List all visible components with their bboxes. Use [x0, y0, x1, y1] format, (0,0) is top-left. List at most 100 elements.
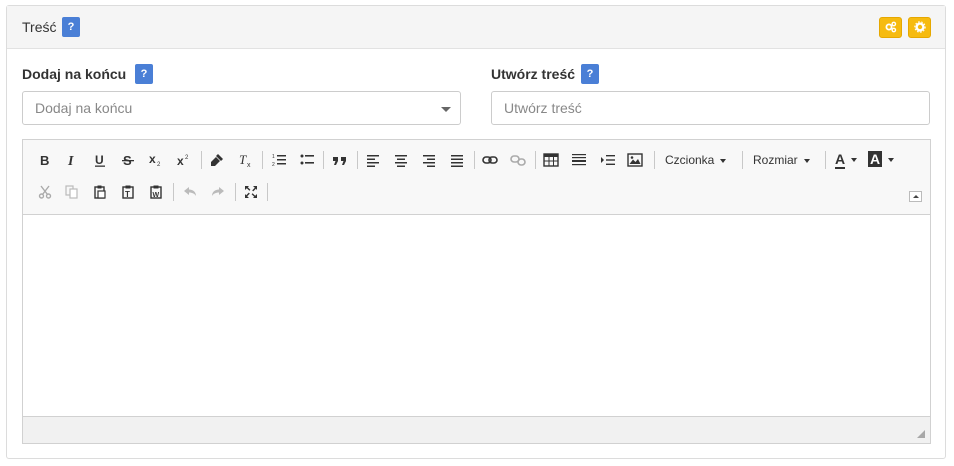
- image-button[interactable]: [624, 150, 646, 170]
- copy-formatting-button[interactable]: [206, 150, 228, 170]
- link-icon: [482, 156, 498, 164]
- bulleted-list-icon: [300, 154, 314, 165]
- image-icon: [627, 153, 643, 167]
- svg-text:2: 2: [185, 155, 189, 161]
- rich-text-editor: B I U S x2 x2 Tx: [22, 139, 931, 444]
- horizontal-line-button[interactable]: [568, 150, 590, 170]
- align-right-icon: [423, 155, 435, 167]
- copy-icon: [65, 185, 78, 199]
- chevron-down-icon: [720, 158, 727, 163]
- font-size-label: Rozmiar: [753, 153, 798, 167]
- append-select[interactable]: Dodaj na końcu: [22, 91, 461, 125]
- link-button[interactable]: [479, 150, 501, 170]
- strikethrough-icon: S: [122, 153, 134, 167]
- strikethrough-button[interactable]: S: [117, 150, 139, 170]
- svg-text:T: T: [125, 190, 130, 199]
- bold-icon: B: [40, 153, 49, 167]
- background-color-icon: A: [868, 151, 883, 167]
- toolbar-separator: [267, 183, 268, 201]
- paste-text-button[interactable]: T: [117, 182, 139, 202]
- font-size-dropdown[interactable]: Rozmiar: [753, 153, 810, 167]
- toolbar-separator: [357, 151, 358, 169]
- table-icon: [543, 153, 559, 167]
- cut-icon: [38, 185, 52, 199]
- svg-text:B: B: [40, 153, 49, 167]
- create-input[interactable]: [491, 91, 930, 125]
- toolbar-separator: [323, 151, 324, 169]
- align-center-icon: [395, 155, 407, 167]
- subscript-icon: x2: [149, 153, 161, 167]
- text-color-icon: A: [835, 151, 846, 169]
- remove-format-button[interactable]: Tx: [235, 150, 257, 170]
- toolbar-separator: [654, 151, 655, 169]
- svg-text:I: I: [67, 154, 74, 167]
- page-break-button[interactable]: [597, 150, 619, 170]
- copy-button[interactable]: [61, 182, 83, 202]
- blockquote-button[interactable]: [329, 150, 351, 170]
- svg-text:2: 2: [157, 162, 161, 167]
- paste-text-icon: T: [122, 185, 134, 199]
- append-select-placeholder: Dodaj na końcu: [35, 100, 133, 116]
- settings-button[interactable]: [908, 17, 931, 38]
- create-label: Utwórz treść: [491, 66, 576, 82]
- align-center-button[interactable]: [390, 150, 412, 170]
- content-panel: Treść ? Dodaj na końcu ? Utwórz treść ? …: [6, 5, 946, 459]
- gears-button[interactable]: [879, 17, 902, 38]
- italic-icon: I: [67, 154, 74, 167]
- numbered-list-button[interactable]: 12: [268, 150, 290, 170]
- paste-word-icon: W: [150, 185, 162, 199]
- bulleted-list-button[interactable]: [296, 150, 318, 170]
- redo-button[interactable]: [207, 182, 229, 202]
- toolbar-separator: [262, 151, 263, 169]
- page-break-icon: [601, 155, 615, 165]
- title-help-icon[interactable]: ?: [62, 17, 80, 37]
- background-color-button[interactable]: A: [868, 151, 895, 167]
- align-left-icon: [367, 155, 379, 167]
- toolbar-separator: [235, 183, 236, 201]
- horizontal-line-icon: [572, 154, 586, 166]
- paste-word-button[interactable]: W: [145, 182, 167, 202]
- cut-button[interactable]: [34, 182, 56, 202]
- redo-icon: [212, 187, 224, 196]
- svg-text:U: U: [95, 153, 104, 167]
- align-right-button[interactable]: [418, 150, 440, 170]
- align-left-button[interactable]: [362, 150, 384, 170]
- collapse-toolbar-button[interactable]: [909, 191, 922, 202]
- superscript-button[interactable]: x2: [173, 150, 195, 170]
- text-color-button[interactable]: A: [835, 151, 858, 169]
- unlink-button[interactable]: [507, 150, 529, 170]
- underline-button[interactable]: U: [89, 150, 111, 170]
- resize-handle-icon[interactable]: [917, 430, 925, 438]
- paste-button[interactable]: [89, 182, 111, 202]
- font-family-dropdown[interactable]: Czcionka: [665, 153, 727, 167]
- maximize-icon: [245, 186, 257, 198]
- chevron-down-icon: [851, 158, 858, 163]
- gears-icon: [885, 21, 896, 33]
- maximize-button[interactable]: [240, 182, 262, 202]
- create-help-icon[interactable]: ?: [581, 64, 599, 84]
- font-family-label: Czcionka: [665, 153, 715, 167]
- editor-content-area[interactable]: [23, 215, 930, 416]
- table-button[interactable]: [540, 150, 562, 170]
- panel-title: Treść: [22, 19, 57, 35]
- toolbar-separator: [173, 183, 174, 201]
- chevron-down-icon: [803, 158, 810, 163]
- svg-text:T: T: [239, 153, 247, 167]
- svg-text:1: 1: [272, 154, 275, 160]
- blockquote-icon: [333, 157, 346, 165]
- italic-button[interactable]: I: [61, 150, 83, 170]
- paste-icon: [94, 185, 106, 199]
- append-help-icon[interactable]: ?: [135, 64, 153, 84]
- bold-button[interactable]: B: [34, 150, 56, 170]
- numbered-list-icon: 12: [272, 154, 286, 167]
- undo-button[interactable]: [179, 182, 201, 202]
- justify-button[interactable]: [446, 150, 468, 170]
- svg-text:x: x: [177, 154, 184, 167]
- toolbar-separator: [535, 151, 536, 169]
- justify-icon: [451, 155, 463, 167]
- subscript-button[interactable]: x2: [145, 150, 167, 170]
- toolbar-separator: [201, 151, 202, 169]
- remove-format-icon: Tx: [239, 153, 251, 167]
- append-label: Dodaj na końcu: [22, 66, 127, 82]
- superscript-icon: x2: [177, 154, 189, 167]
